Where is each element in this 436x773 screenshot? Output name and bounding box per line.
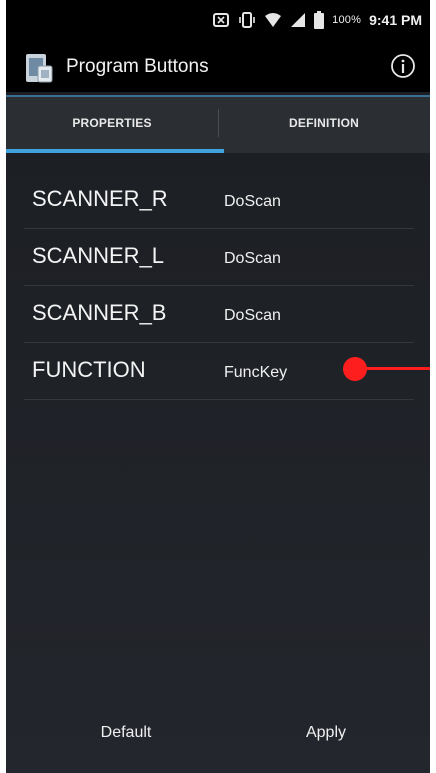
tab-definition[interactable]: DEFINITION (218, 97, 430, 149)
app-bar: Program Buttons (6, 40, 430, 92)
status-bar: 100% 9:41 PM (6, 0, 430, 40)
nfc-icon (213, 13, 230, 27)
button-name: SCANNER_B (32, 300, 167, 325)
annotation-marker-line (361, 367, 430, 370)
button-action: FuncKey (224, 364, 288, 381)
button-action: DoScan (224, 307, 281, 324)
list-item-scanner-r[interactable]: SCANNER_R DoScan (24, 172, 414, 229)
page-title: Program Buttons (66, 56, 209, 77)
tab-selected-indicator (6, 149, 224, 153)
info-icon[interactable] (390, 53, 416, 79)
tab-properties[interactable]: PROPERTIES (6, 97, 218, 149)
apply-button[interactable]: Apply (266, 715, 386, 751)
app-icon (26, 54, 53, 83)
tab-bar: PROPERTIES DEFINITION (6, 95, 430, 153)
list-item-scanner-b[interactable]: SCANNER_B DoScan (24, 286, 414, 343)
default-button[interactable]: Default (66, 715, 186, 751)
battery-percent: 100% (332, 14, 362, 26)
list-item-scanner-l[interactable]: SCANNER_L DoScan (24, 229, 414, 286)
battery-icon (314, 11, 325, 29)
button-action: DoScan (224, 250, 281, 267)
button-name: SCANNER_R (32, 186, 168, 211)
clock: 9:41 PM (369, 12, 422, 28)
wifi-icon (265, 13, 282, 27)
vibrate-icon (239, 12, 255, 28)
button-name: FUNCTION (32, 357, 146, 382)
device-screen: 100% 9:41 PM Program Buttons PROPERTIES … (6, 0, 430, 773)
signal-icon (291, 13, 306, 27)
button-action: DoScan (224, 193, 281, 210)
button-name: SCANNER_L (32, 243, 165, 268)
